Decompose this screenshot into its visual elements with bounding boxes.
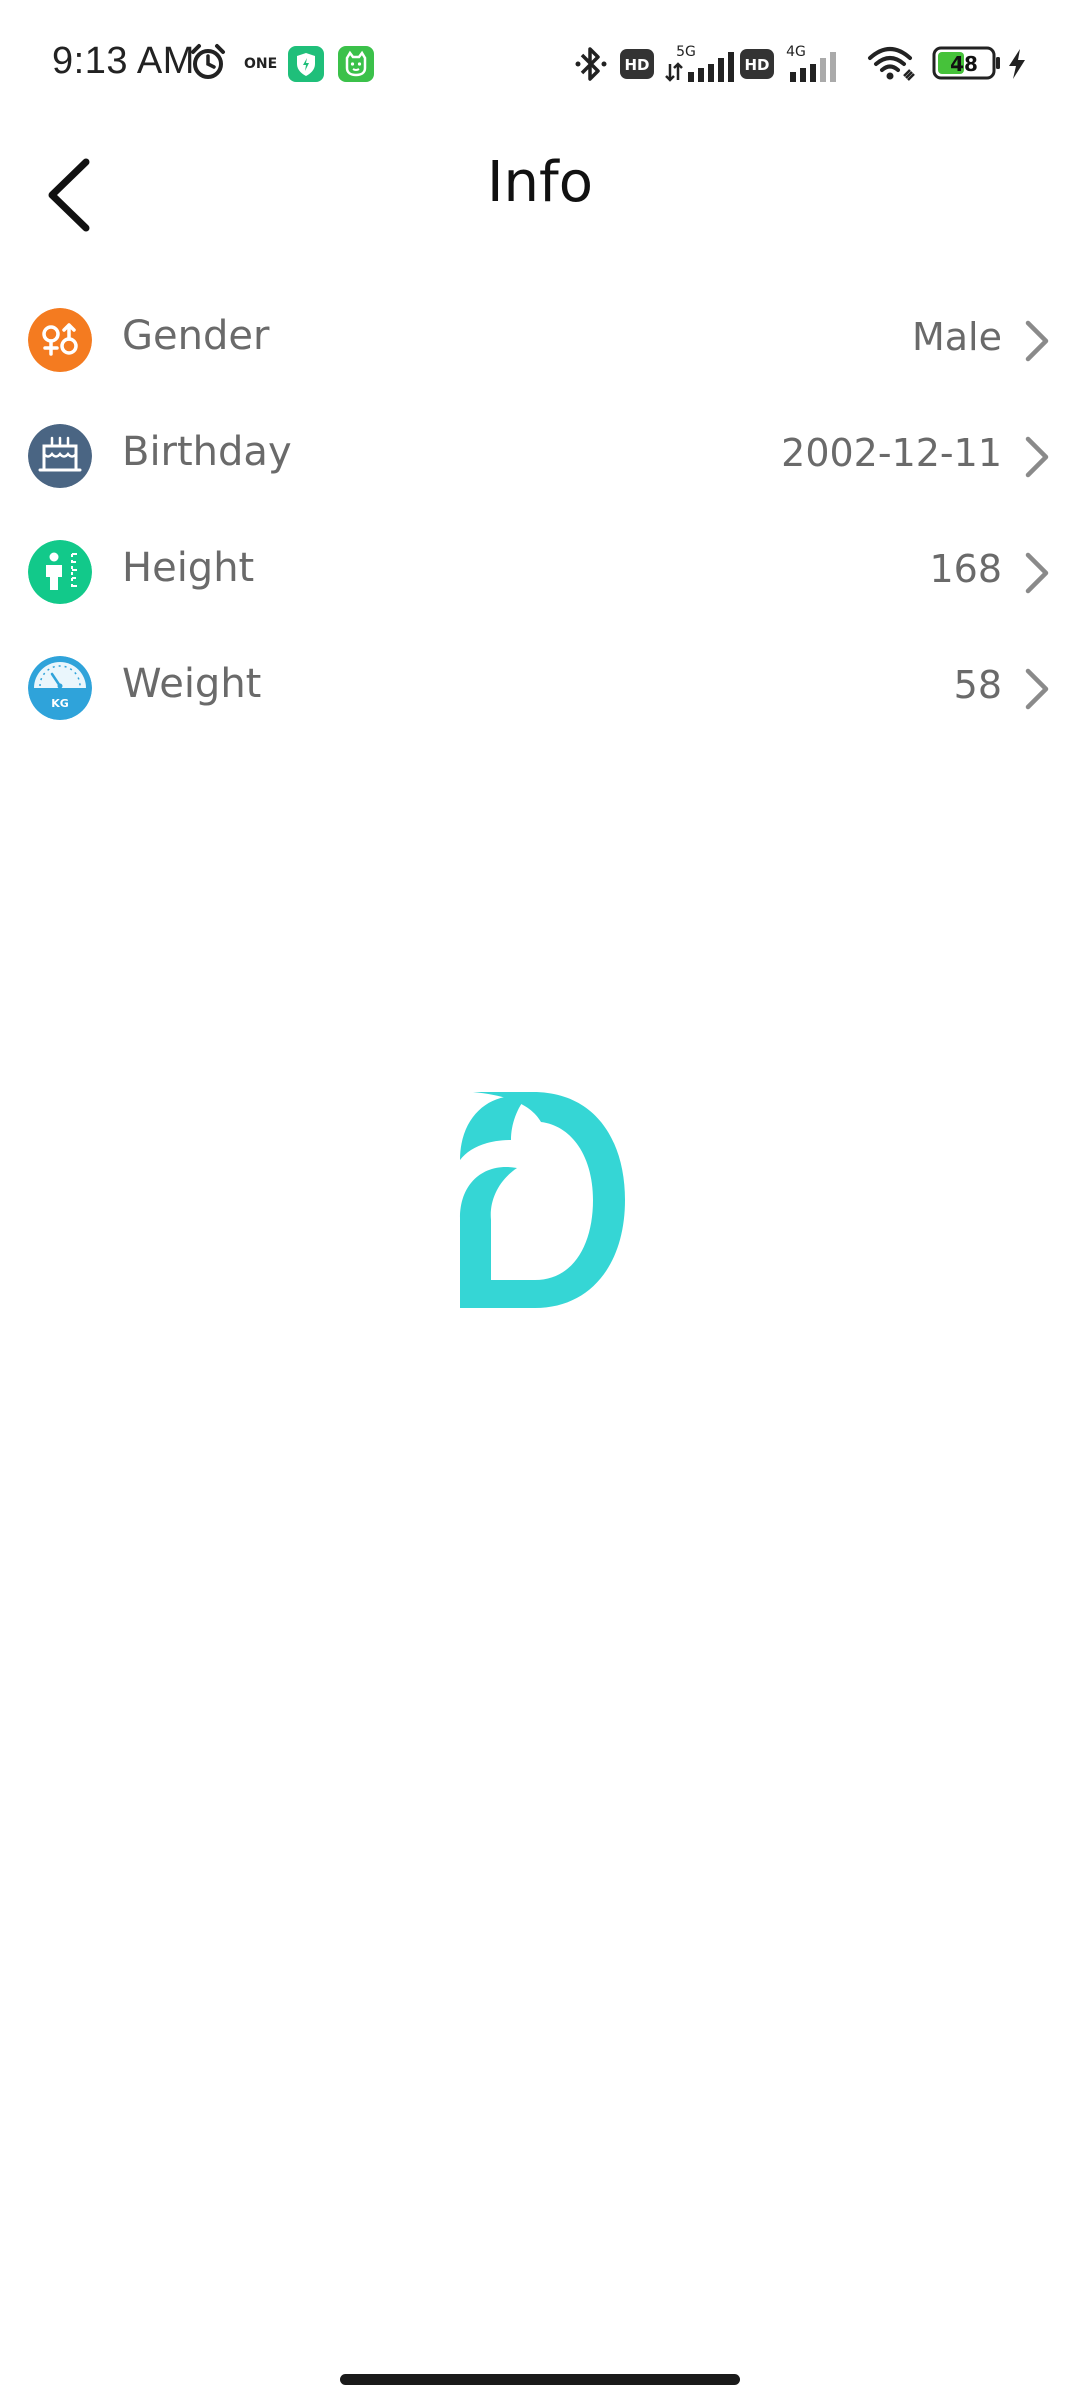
cat-app-icon: [338, 46, 374, 82]
chevron-right-icon: [1025, 436, 1049, 478]
svg-text:4G: 4G: [786, 44, 806, 60]
alarm-icon: [191, 44, 225, 79]
page-title: Info: [487, 150, 593, 215]
bluetooth-icon: [575, 47, 607, 81]
birthday-row[interactable]: Birthday 2002-12-11: [0, 399, 1080, 515]
chevron-right-icon: [1025, 552, 1049, 594]
status-bar: 9:13 AM ONE HD 5G HD 4G 48: [0, 0, 1080, 130]
signal-5g-icon: 5G: [665, 44, 734, 82]
birthday-value: 2002-12-11: [781, 431, 1002, 475]
svg-text:5G: 5G: [676, 44, 696, 60]
gender-value: Male: [911, 315, 1002, 359]
height-icon: [28, 540, 92, 604]
charging-icon: [1009, 49, 1025, 79]
height-value: 168: [929, 547, 1002, 591]
battery-icon: 48: [932, 46, 1000, 80]
weight-value: 58: [953, 663, 1002, 707]
weight-scale-icon: KG: [28, 656, 92, 720]
header: Info: [0, 130, 1080, 250]
gender-row[interactable]: Gender Male: [0, 283, 1080, 399]
svg-text:48: 48: [950, 52, 978, 76]
app-logo: [460, 1092, 625, 1308]
cake-icon: [28, 424, 92, 488]
gender-icon: [28, 308, 92, 372]
weight-row[interactable]: KG Weight 58: [0, 631, 1080, 747]
info-list: Gender Male Birthday 2002-12-11 Height 1…: [0, 283, 1080, 747]
wifi-icon: [868, 47, 915, 81]
info-screen: 9:13 AM ONE HD 5G HD 4G 48 Info Gender M…: [0, 0, 1080, 2400]
one-app-icon: ONE: [244, 56, 278, 72]
hd-icon: HD: [740, 49, 774, 79]
svg-text:HD: HD: [624, 56, 649, 74]
svg-text:KG: KG: [51, 697, 69, 710]
birthday-label: Birthday: [122, 429, 292, 475]
status-time: 9:13 AM: [52, 40, 195, 82]
height-label: Height: [122, 545, 255, 591]
signal-4g-icon: 4G: [786, 44, 836, 82]
gender-label: Gender: [122, 313, 270, 359]
chevron-right-icon: [1025, 320, 1049, 362]
height-row[interactable]: Height 168: [0, 515, 1080, 631]
svg-text:HD: HD: [744, 56, 769, 74]
chevron-right-icon: [1025, 668, 1049, 710]
hd-icon: HD: [620, 49, 654, 79]
home-indicator[interactable]: [340, 2374, 740, 2385]
weight-label: Weight: [122, 661, 262, 707]
shield-app-icon: [288, 46, 324, 82]
